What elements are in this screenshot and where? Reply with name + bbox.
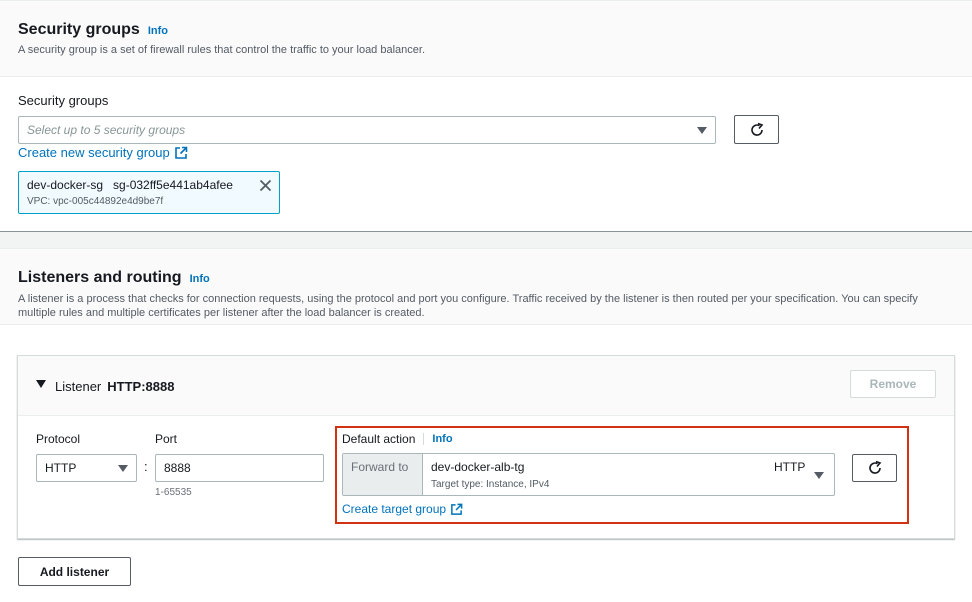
refresh-target-groups-button[interactable]: [852, 454, 897, 482]
refresh-icon: [750, 122, 763, 136]
create-target-group-link-text[interactable]: Create target group: [342, 502, 446, 516]
security-groups-field-label: Security groups: [18, 93, 109, 108]
add-listener-button[interactable]: Add listener: [18, 557, 131, 586]
caret-down-icon: [118, 465, 128, 472]
listener-label: Listener: [55, 379, 102, 394]
protocol-label: Protocol: [36, 432, 81, 446]
create-target-group-link[interactable]: Create target group: [342, 502, 463, 516]
listeners-info-link[interactable]: Info: [190, 273, 210, 285]
target-group-name: dev-docker-alb-tg: [431, 460, 525, 474]
refresh-security-groups-button[interactable]: [734, 115, 779, 144]
default-action-info-link[interactable]: Info: [432, 433, 452, 445]
port-label: Port: [155, 432, 178, 446]
listener-container: Listener HTTP:8888 Remove Protocol HTTP …: [17, 355, 955, 539]
create-security-group-link-text[interactable]: Create new security group: [18, 145, 170, 160]
security-groups-panel: Security groups Info A security group is…: [0, 0, 972, 232]
listeners-description-line1: A listener is a process that checks for …: [18, 293, 918, 305]
port-input[interactable]: 8888: [155, 454, 324, 482]
remove-listener-button[interactable]: Remove: [850, 370, 936, 398]
security-groups-title: Security groups: [18, 21, 140, 38]
security-group-vpc: VPC: vpc-005c44892e4d9be7f: [27, 196, 164, 207]
security-groups-header: Security groups Info A security group is…: [0, 1, 972, 77]
refresh-icon: [868, 460, 881, 474]
listeners-description: A listener is a process that checks for …: [18, 292, 958, 320]
listener-name: HTTP:8888: [107, 379, 175, 394]
forward-to-select[interactable]: Forward to dev-docker-alb-tg Target type…: [342, 453, 835, 496]
security-groups-description: A security group is a set of firewall ru…: [18, 44, 426, 56]
listeners-title: Listeners and routing: [18, 269, 182, 286]
default-action-label: Default action: [342, 432, 416, 446]
security-groups-info-link[interactable]: Info: [148, 25, 168, 37]
external-link-icon: [174, 146, 188, 159]
security-group-id: sg-032ff5e441ab4afee: [113, 178, 233, 192]
listeners-header: Listeners and routing Info A listener is…: [0, 249, 972, 325]
port-hint: 1-65535: [155, 487, 192, 498]
divider: [423, 433, 425, 445]
listeners-panel: Listeners and routing Info A listener is…: [0, 248, 972, 602]
target-group-type: Target type: Instance, IPv4: [431, 479, 550, 490]
security-groups-select[interactable]: Select up to 5 security groups: [18, 116, 716, 144]
expand-caret-icon[interactable]: [36, 380, 46, 388]
listener-header[interactable]: Listener HTTP:8888 Remove: [18, 356, 954, 416]
create-security-group-link[interactable]: Create new security group: [18, 145, 188, 160]
remove-token-icon[interactable]: [259, 179, 272, 192]
target-group-protocol: HTTP: [774, 460, 806, 474]
protocol-select-value: HTTP: [45, 461, 77, 475]
security-group-name: dev-docker-sg: [27, 178, 104, 192]
forward-to-addon: Forward to: [343, 454, 423, 495]
protocol-select[interactable]: HTTP: [36, 454, 137, 482]
caret-down-icon: [697, 127, 707, 134]
selected-security-group-token: dev-docker-sg sg-032ff5e441ab4afee VPC: …: [18, 171, 280, 214]
forward-to-label: Forward to: [351, 460, 409, 474]
external-link-icon: [451, 503, 463, 515]
listeners-description-line2: multiple rules and multiple certificates…: [18, 307, 425, 319]
caret-down-icon: [814, 472, 824, 479]
security-groups-select-placeholder: Select up to 5 security groups: [27, 123, 186, 137]
protocol-port-separator: :: [144, 459, 148, 474]
